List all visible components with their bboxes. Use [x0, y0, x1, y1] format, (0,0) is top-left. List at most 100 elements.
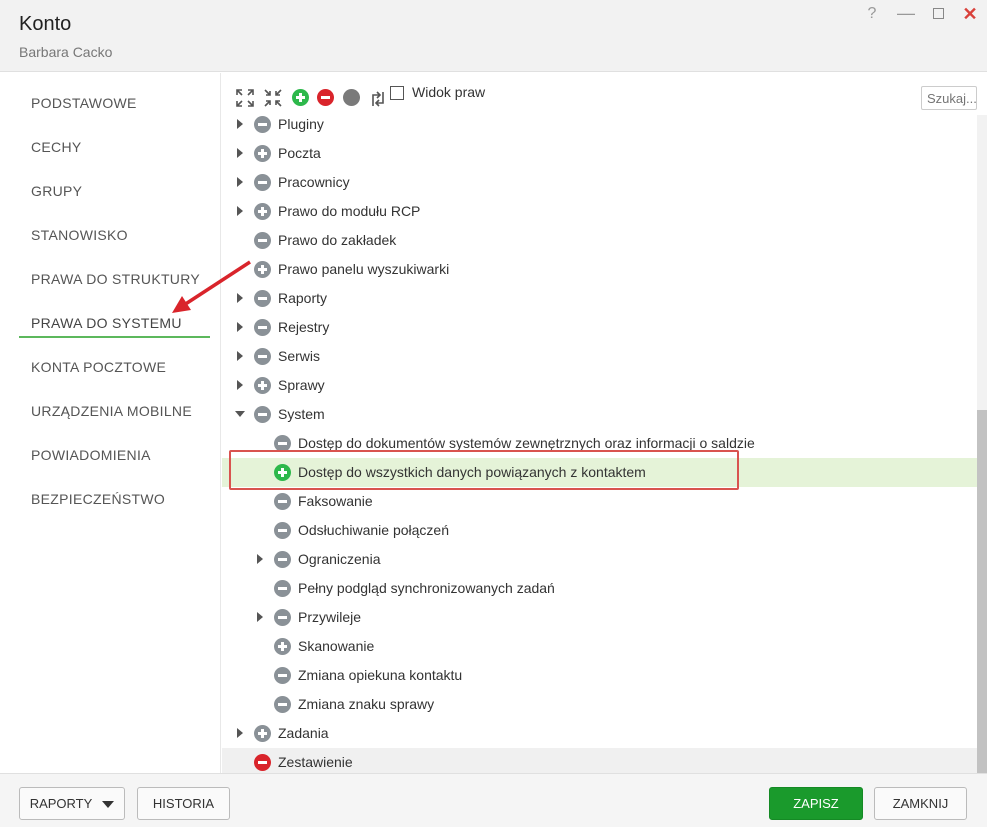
- konto-dialog: Konto Barbara Cacko ? — ✕ PODSTAWOWE CEC…: [0, 0, 987, 827]
- refresh-icon[interactable]: [369, 90, 387, 108]
- permission-plus-icon[interactable]: [254, 261, 271, 278]
- sidebar-item-prawa-do-systemu[interactable]: PRAWA DO SYSTEMU: [19, 308, 210, 338]
- tree-row[interactable]: Przywileje: [222, 603, 978, 632]
- tree-row-label: Zmiana znaku sprawy: [298, 696, 435, 712]
- tree-row[interactable]: Raporty: [222, 284, 978, 313]
- tree-row-label: Faksowanie: [298, 493, 373, 509]
- expand-caret-icon[interactable]: [237, 728, 243, 738]
- tree-row[interactable]: Prawo do zakładek: [222, 226, 978, 255]
- tree-row[interactable]: Prawo panelu wyszukiwarki: [222, 255, 978, 284]
- permission-minus-icon[interactable]: [274, 522, 291, 539]
- permission-minus-icon[interactable]: [254, 290, 271, 307]
- expand-all-icon[interactable]: [236, 89, 254, 107]
- permission-minus-icon[interactable]: [274, 609, 291, 626]
- tree-row-label: Zestawienie: [278, 754, 353, 770]
- tree-row-label: Zmiana opiekuna kontaktu: [298, 667, 463, 683]
- sidebar-item-grupy[interactable]: GRUPY: [19, 176, 210, 206]
- tree-row[interactable]: Pluginy: [222, 110, 978, 139]
- sidebar-item-konta-pocztowe[interactable]: KONTA POCZTOWE: [19, 352, 210, 382]
- permission-minus-icon[interactable]: [254, 406, 271, 423]
- minimize-icon[interactable]: —: [896, 3, 916, 24]
- expand-caret-icon[interactable]: [237, 322, 243, 332]
- tree-scrollbar[interactable]: [977, 115, 987, 773]
- permission-minus-icon[interactable]: [254, 116, 271, 133]
- tree-row[interactable]: Zadania: [222, 719, 978, 748]
- tree-row[interactable]: Odsłuchiwanie połączeń: [222, 516, 978, 545]
- permission-minus-icon[interactable]: [274, 667, 291, 684]
- expand-caret-icon[interactable]: [237, 293, 243, 303]
- save-button[interactable]: ZAPISZ: [769, 787, 863, 820]
- widok-praw-checkbox[interactable]: [390, 86, 404, 100]
- permission-plus-icon[interactable]: [254, 725, 271, 742]
- expand-caret-icon[interactable]: [237, 380, 243, 390]
- deny-all-icon[interactable]: [317, 89, 334, 106]
- grant-all-icon[interactable]: [292, 89, 309, 106]
- maximize-icon[interactable]: [928, 6, 948, 24]
- permission-plus-icon[interactable]: [254, 203, 271, 220]
- tree-row-label: Odsłuchiwanie połączeń: [298, 522, 449, 538]
- permission-minus-icon[interactable]: [274, 435, 291, 452]
- tree-toolbar: Widok praw: [222, 73, 987, 115]
- tree-row[interactable]: Dostęp do wszystkich danych powiązanych …: [222, 458, 978, 487]
- permission-plus-icon[interactable]: [254, 377, 271, 394]
- sidebar-item-powiadomienia[interactable]: POWIADOMIENIA: [19, 440, 210, 470]
- sidebar-item-podstawowe[interactable]: PODSTAWOWE: [19, 88, 210, 118]
- permission-minus-icon[interactable]: [254, 754, 271, 771]
- sidebar-item-cechy[interactable]: CECHY: [19, 132, 210, 162]
- permission-minus-icon[interactable]: [274, 551, 291, 568]
- scrollbar-thumb[interactable]: [977, 410, 987, 773]
- sidebar-item-prawa-do-struktury[interactable]: PRAWA DO STRUKTURY: [19, 264, 210, 294]
- sidebar-item-urzadzenia-mobilne[interactable]: URZĄDZENIA MOBILNE: [19, 396, 210, 426]
- expand-caret-icon[interactable]: [237, 119, 243, 129]
- tree-row[interactable]: Rejestry: [222, 313, 978, 342]
- permissions-tree: Pluginy Poczta Pracownicy Prawo do modułu R…: [222, 110, 978, 773]
- permission-plus-icon[interactable]: [254, 145, 271, 162]
- collapse-caret-icon[interactable]: [235, 411, 245, 417]
- expand-caret-icon[interactable]: [237, 148, 243, 158]
- tree-row-label: Rejestry: [278, 319, 330, 335]
- tree-row[interactable]: Zmiana znaku sprawy: [222, 690, 978, 719]
- tree-row-label: Poczta: [278, 145, 321, 161]
- sidebar-item-stanowisko[interactable]: STANOWISKO: [19, 220, 210, 250]
- tree-row[interactable]: Pełny podgląd synchronizowanych zadań: [222, 574, 978, 603]
- expand-caret-icon[interactable]: [237, 206, 243, 216]
- tree-row[interactable]: Faksowanie: [222, 487, 978, 516]
- tree-row[interactable]: Ograniczenia: [222, 545, 978, 574]
- tree-row-label: Pluginy: [278, 116, 324, 132]
- permission-plus-icon[interactable]: [274, 638, 291, 655]
- permission-plus-icon[interactable]: [274, 464, 291, 481]
- search-input[interactable]: [921, 86, 977, 110]
- help-icon[interactable]: ?: [862, 5, 882, 23]
- tree-row[interactable]: Zestawienie: [222, 748, 978, 773]
- expand-caret-icon[interactable]: [257, 554, 263, 564]
- tree-row-label: Raporty: [278, 290, 328, 306]
- history-button[interactable]: HISTORIA: [137, 787, 230, 820]
- permission-minus-icon[interactable]: [254, 174, 271, 191]
- permission-minus-icon[interactable]: [254, 232, 271, 249]
- expand-caret-icon[interactable]: [257, 612, 263, 622]
- tree-row[interactable]: Pracownicy: [222, 168, 978, 197]
- permission-minus-icon[interactable]: [254, 348, 271, 365]
- tree-row-label: Prawo do zakładek: [278, 232, 397, 248]
- expand-caret-icon[interactable]: [237, 177, 243, 187]
- permission-minus-icon[interactable]: [254, 319, 271, 336]
- expand-caret-icon[interactable]: [237, 351, 243, 361]
- tree-row[interactable]: Zmiana opiekuna kontaktu: [222, 661, 978, 690]
- tree-row[interactable]: Skanowanie: [222, 632, 978, 661]
- tree-row[interactable]: Sprawy: [222, 371, 978, 400]
- tree-row[interactable]: Prawo do modułu RCP: [222, 197, 978, 226]
- tree-row[interactable]: Poczta: [222, 139, 978, 168]
- close-icon[interactable]: ✕: [960, 4, 980, 25]
- permission-minus-icon[interactable]: [274, 580, 291, 597]
- neutral-all-icon[interactable]: [343, 89, 360, 106]
- permission-minus-icon[interactable]: [274, 696, 291, 713]
- permission-minus-icon[interactable]: [274, 493, 291, 510]
- collapse-all-icon[interactable]: [264, 89, 282, 107]
- tree-row[interactable]: Dostęp do dokumentów systemów zewnętrzny…: [222, 429, 978, 458]
- tree-row[interactable]: Serwis: [222, 342, 978, 371]
- close-button[interactable]: ZAMKNIJ: [874, 787, 967, 820]
- sidebar-item-bezpieczenstwo[interactable]: BEZPIECZEŃSTWO: [19, 484, 210, 514]
- tree-row[interactable]: System: [222, 400, 978, 429]
- dialog-footer: RAPORTY HISTORIA ZAPISZ ZAMKNIJ: [0, 773, 987, 827]
- reports-dropdown-button[interactable]: RAPORTY: [19, 787, 125, 820]
